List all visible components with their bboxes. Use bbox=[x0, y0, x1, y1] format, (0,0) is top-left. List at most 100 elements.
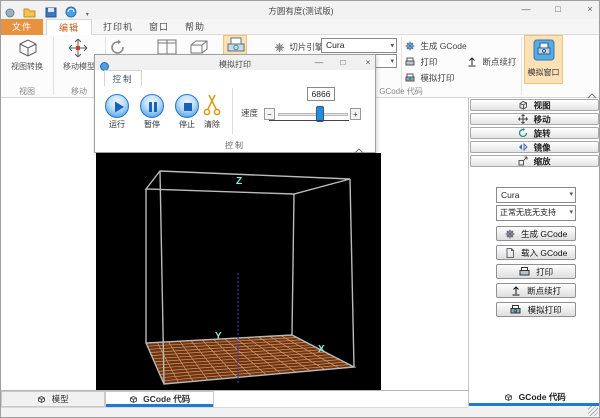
chevron-down-icon: ▾ bbox=[569, 206, 573, 220]
control-window: 模拟打印 — □ × 控制 运行 暂停 停止 清除 速度 6866 − bbox=[94, 54, 376, 153]
right-tab-gcode-label: GCode 代码 bbox=[519, 392, 566, 402]
speed-decrease-button[interactable]: − bbox=[264, 108, 275, 120]
tab-model[interactable]: 模型 bbox=[1, 391, 105, 407]
rotate-icon bbox=[109, 39, 127, 54]
resume-print-label: 断点续打 bbox=[482, 57, 516, 67]
pause-button[interactable] bbox=[140, 94, 164, 118]
control-content: 运行 暂停 停止 清除 速度 6866 − + bbox=[95, 86, 375, 139]
resize-grip[interactable] bbox=[588, 406, 598, 416]
section-scale-label: 缩放 bbox=[534, 157, 551, 167]
mirror-icon bbox=[518, 142, 528, 152]
simulate-print-ribbon-button[interactable] bbox=[223, 35, 247, 55]
simulate-print-icon bbox=[405, 73, 415, 83]
generate-gcode-button[interactable]: 生成 GCode bbox=[496, 226, 576, 241]
title-bar: ▾ 方圆有度(测试版) — □ × bbox=[1, 1, 600, 19]
simulate-print-label: 模拟打印 bbox=[420, 73, 454, 83]
view-group-label: 视图 bbox=[1, 86, 53, 97]
clear-label: 清除 bbox=[200, 119, 224, 130]
control-collapse-button[interactable] bbox=[353, 142, 365, 160]
slicer-engine-select[interactable]: Cura ▾ bbox=[321, 38, 397, 53]
window-title: 方圆有度(测试版) bbox=[1, 5, 600, 17]
load-gcode-button[interactable]: 载入 GCode bbox=[496, 245, 576, 260]
scissors-icon bbox=[201, 93, 223, 118]
simulate-print-button[interactable]: 模拟打印 bbox=[496, 302, 576, 317]
status-bar-left bbox=[1, 407, 468, 418]
maximize-button[interactable]: □ bbox=[545, 1, 571, 18]
view-transform-button[interactable] bbox=[15, 37, 41, 64]
tab-gcode-label: GCode 代码 bbox=[143, 394, 190, 404]
section-move-label: 移动 bbox=[534, 115, 551, 125]
tab-file[interactable]: 文件 bbox=[1, 19, 43, 35]
chevron-down-icon: ▾ bbox=[569, 188, 573, 202]
sidebar-section-scale[interactable]: 缩放 bbox=[470, 155, 599, 167]
close-button[interactable]: × bbox=[577, 1, 600, 18]
gear-icon bbox=[275, 43, 284, 52]
stop-button[interactable] bbox=[175, 94, 199, 118]
tab-window[interactable]: 窗口 bbox=[142, 19, 176, 35]
cube-icon bbox=[504, 393, 513, 402]
rotate-icon bbox=[518, 128, 528, 138]
sidebar-section-rotate[interactable]: 旋转 bbox=[470, 127, 599, 139]
app-window: ▾ 方圆有度(测试版) — □ × 文件 编辑 打印机 窗口 帮助 视图转换 视… bbox=[0, 0, 600, 418]
cube-icon bbox=[518, 100, 528, 110]
scale-icon bbox=[518, 156, 528, 166]
tab-help[interactable]: 帮助 bbox=[178, 19, 212, 35]
control-maximize-button[interactable]: □ bbox=[333, 55, 353, 70]
move-icon bbox=[65, 37, 91, 59]
slicer-engine-label: 切片引擎 bbox=[289, 42, 323, 52]
control-tab[interactable]: 控制 bbox=[104, 70, 142, 86]
axis-x-label: X bbox=[318, 344, 325, 355]
speed-value-box: 6866 bbox=[307, 87, 335, 101]
control-group-label: 控制 bbox=[95, 139, 375, 154]
view-transform-label: 视图转换 bbox=[1, 61, 53, 72]
mode-select-value: 正常无底无支持 bbox=[500, 208, 556, 217]
tab-model-label: 模型 bbox=[52, 394, 69, 404]
cube-icon bbox=[129, 395, 138, 404]
mode-select[interactable]: 正常无底无支持 ▾ bbox=[496, 205, 576, 221]
simulate-window-label: 模拟窗口 bbox=[525, 67, 562, 78]
sidebar-section-view[interactable]: 视图 bbox=[470, 99, 599, 111]
engine-select[interactable]: Cura ▾ bbox=[496, 187, 576, 203]
printer-icon bbox=[225, 37, 247, 55]
move-model-button[interactable] bbox=[65, 37, 91, 64]
minimize-button[interactable]: — bbox=[513, 1, 539, 18]
print-icon bbox=[519, 267, 530, 277]
status-bar-right bbox=[468, 406, 600, 418]
slicer-engine-value: Cura bbox=[326, 40, 344, 50]
simulate-window-button[interactable]: 模拟窗口 bbox=[524, 35, 563, 84]
file-icon bbox=[505, 248, 515, 258]
generate-gcode-label: 生成 GCode bbox=[521, 229, 567, 239]
resume-print-item[interactable]: 断点续打 bbox=[467, 56, 516, 68]
box3d-icon bbox=[189, 39, 209, 55]
print-item[interactable]: 打印 bbox=[405, 56, 437, 68]
section-view-label: 视图 bbox=[534, 101, 551, 111]
tab-edit[interactable]: 编辑 bbox=[46, 19, 92, 36]
run-button[interactable] bbox=[105, 94, 129, 118]
pause-icon bbox=[141, 95, 165, 119]
resume-print-icon bbox=[511, 286, 521, 296]
cube-icon bbox=[37, 395, 46, 404]
tab-printer[interactable]: 打印机 bbox=[96, 19, 140, 35]
speed-slider-track[interactable] bbox=[278, 113, 348, 116]
print-label: 打印 bbox=[420, 57, 437, 67]
viewport-3d[interactable]: Z Y X bbox=[96, 153, 381, 390]
control-close-button[interactable]: × bbox=[358, 55, 378, 70]
generate-gcode-label: 生成 GCode bbox=[420, 41, 466, 51]
play-icon bbox=[106, 95, 130, 119]
chevron-up-icon bbox=[353, 146, 365, 155]
generate-gcode-item[interactable]: 生成 GCode bbox=[405, 40, 467, 52]
axis-y-label: Y bbox=[215, 331, 222, 342]
simulate-print-item[interactable]: 模拟打印 bbox=[405, 72, 454, 84]
control-window-titlebar[interactable]: 模拟打印 — □ × bbox=[95, 55, 375, 70]
resume-print-button[interactable]: 断点续打 bbox=[496, 283, 576, 298]
sidebar-section-mirror[interactable]: 镜像 bbox=[470, 141, 599, 153]
control-minimize-button[interactable]: — bbox=[309, 55, 329, 70]
gcode-group-label: GCode 代码 bbox=[371, 86, 431, 97]
menu-bar: 文件 编辑 打印机 窗口 帮助 bbox=[1, 19, 600, 35]
print-icon bbox=[405, 57, 415, 67]
sidebar-section-move[interactable]: 移动 bbox=[470, 113, 599, 125]
print-button[interactable]: 打印 bbox=[496, 264, 576, 279]
simulate-print-label: 模拟打印 bbox=[528, 305, 562, 315]
speed-increase-button[interactable]: + bbox=[350, 108, 361, 120]
slider-baseline bbox=[269, 120, 349, 121]
